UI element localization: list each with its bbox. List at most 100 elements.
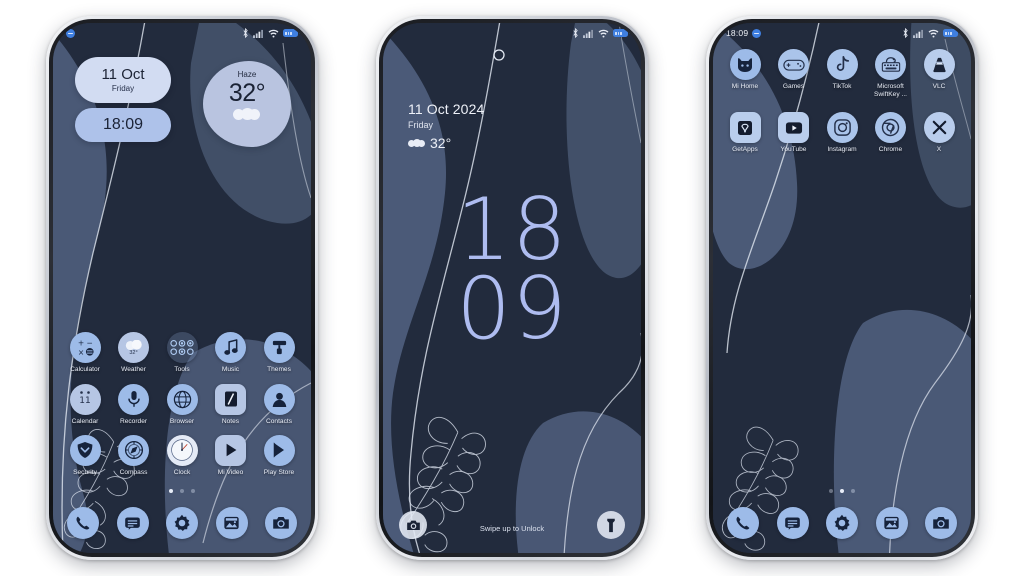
phone-handset-icon[interactable] [67,507,99,539]
message-bubble-icon[interactable] [116,507,149,539]
app-getapps[interactable]: GetApps [722,112,768,154]
app-row: GetApps YouTube Instagram Chrome X [722,112,962,154]
phone-lock-screen: 11 Oct 2024 Friday 32° 18 09 Swipe up to… [362,2,662,574]
status-bar-right [902,28,960,38]
play-triangle-icon [215,434,246,466]
app-calendar[interactable]: 11 Calendar [62,383,108,426]
notification-dot-icon [66,28,75,38]
time-widget-value: 18:09 [102,116,144,133]
wifi-icon [928,29,939,38]
chrome-icon [875,112,906,144]
date-widget[interactable]: 11 Oct Friday [75,57,171,103]
dock-home-1 [53,507,311,539]
app-browser[interactable]: Browser [159,383,205,426]
app-recorder[interactable]: Recorder [111,383,157,426]
lock-big-clock: 18 09 [383,187,641,352]
app-calculator[interactable]: + − × Calculator [62,332,108,374]
app-themes[interactable]: Themes [256,332,302,374]
phone-screen-home-2: 18:09 Mi Home Games TikTok Microsoft Swi… [713,23,971,553]
app-label: TikTok [832,83,852,90]
status-bar-left [66,28,75,38]
app-weather[interactable]: 32° Weather [111,332,157,374]
app-label: Browser [169,417,195,425]
app-row: 11 Calendar Recorder Browser Notes Conta… [62,383,302,426]
camera-icon[interactable] [925,507,957,539]
notification-dot-icon [752,28,762,38]
app-label: Mi Home [731,83,759,90]
time-widget[interactable]: 18:09 [75,108,171,142]
app-clock[interactable]: Clock [159,434,205,477]
camera-icon[interactable] [265,507,297,539]
getapps-bag-icon [729,112,761,144]
app-vlc[interactable]: VLC [916,49,962,99]
app-label: Contacts [265,417,293,425]
status-bar-lock [383,23,641,43]
signal-icon [583,29,593,38]
music-note-icon [215,332,246,364]
gallery-image-icon[interactable] [215,507,248,539]
app-label: Recorder [119,417,148,425]
notes-pencil-icon [215,383,246,415]
lock-weather[interactable]: 32° [408,135,484,151]
app-swiftkey[interactable]: Microsoft SwiftKey ... [868,49,914,99]
weather-widget[interactable]: Haze 32° [203,61,291,147]
app-instagram[interactable]: Instagram [819,112,865,154]
page-dot-3[interactable] [191,489,195,493]
app-notes[interactable]: Notes [208,383,254,426]
page-indicator-home-2[interactable] [713,489,971,493]
app-youtube[interactable]: YouTube [771,112,817,154]
vlc-cone-icon [923,49,955,80]
app-tiktok[interactable]: TikTok [819,49,865,99]
signal-icon [913,29,923,38]
phone-handset-icon[interactable] [727,507,759,539]
app-grid-home-2: Mi Home Games TikTok Microsoft SwiftKey … [713,49,971,155]
bluetooth-icon [903,28,908,38]
weather-widget-temperature: 32° [228,79,266,107]
app-music[interactable]: Music [208,332,254,374]
page-dot-3[interactable] [851,489,855,493]
app-play-store[interactable]: Play Store [256,434,302,477]
message-bubble-icon[interactable] [776,507,809,539]
page-dot-2[interactable] [180,489,184,493]
app-label: Clock [173,468,191,476]
app-label: Mi Video [217,468,244,476]
themes-roller-icon [263,332,295,364]
page-indicator-home-1[interactable] [53,489,311,493]
app-x[interactable]: X [916,112,962,154]
app-mi-home[interactable]: Mi Home [722,49,768,99]
phone-screen-lock: 11 Oct 2024 Friday 32° 18 09 Swipe up to… [383,23,641,553]
instagram-icon [826,112,858,144]
globe-icon [166,383,198,415]
calculator-icon: + − × [69,332,101,364]
app-label: Notes [221,417,240,425]
swipe-hint: Swipe up to Unlock [479,524,545,533]
gear-icon[interactable] [826,507,858,539]
page-dot-1[interactable] [829,489,833,493]
gallery-image-icon[interactable] [875,507,908,539]
app-security[interactable]: Security [62,434,108,477]
page-dot-2[interactable] [840,489,844,493]
app-grid-home-1: + − × Calculator 32° Weather Tools Music… [53,332,311,477]
page-dot-1[interactable] [169,489,173,493]
app-mi-video[interactable]: Mi Video [208,434,254,477]
app-label: Microsoft SwiftKey ... [874,83,907,99]
app-chrome[interactable]: Chrome [868,112,914,154]
app-tools[interactable]: Tools [159,332,205,374]
tiktok-icon [826,49,858,80]
youtube-icon [778,112,809,144]
phone-mockups-stage: 11 Oct Friday 18:09 Haze 32° + − × Calcu… [0,0,1024,576]
lock-temperature: 32° [430,135,452,151]
app-compass[interactable]: Compass [111,434,157,477]
app-row: Security Compass Clock Mi Video Play Sto… [62,434,302,477]
calendar-icon: 11 [69,383,101,415]
wifi-icon [598,29,609,38]
app-games[interactable]: Games [771,49,817,99]
bluetooth-icon [243,28,248,38]
date-widget-date: 11 Oct [101,66,145,84]
mi-home-icon [729,49,761,80]
status-bar-right [572,28,630,38]
app-label: X [936,146,942,154]
battery-icon [283,29,300,37]
gear-icon[interactable] [166,507,198,539]
app-contacts[interactable]: Contacts [256,383,302,426]
